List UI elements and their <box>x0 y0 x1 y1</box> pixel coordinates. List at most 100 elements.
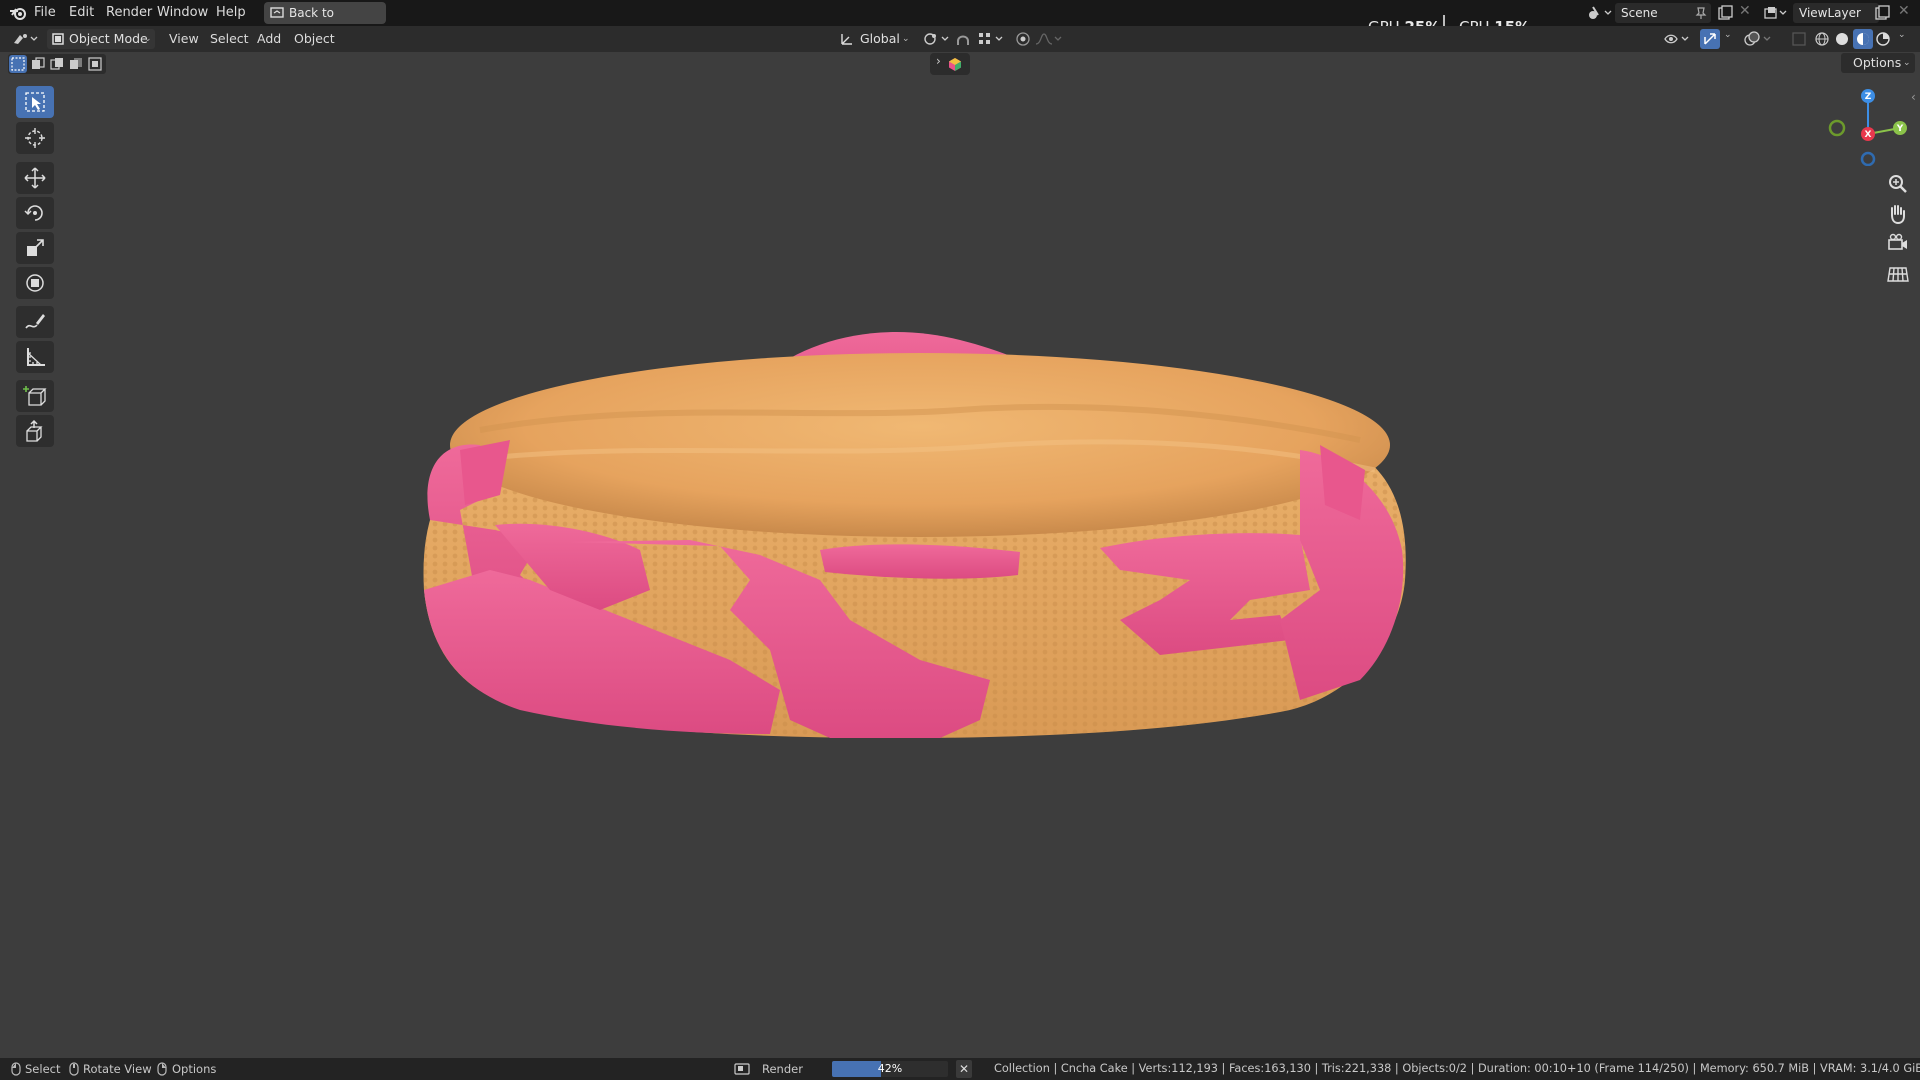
header-view-menu[interactable]: View <box>169 26 199 52</box>
select-box-tool[interactable] <box>16 86 54 118</box>
rotate-tool[interactable] <box>16 197 54 229</box>
material-shading-button[interactable] <box>1853 29 1873 49</box>
viewport-overlay-pill[interactable]: › <box>930 53 970 75</box>
menu-file[interactable]: File <box>34 0 56 26</box>
axis-neg-y-handle[interactable] <box>1828 119 1846 137</box>
grid-icon <box>1887 267 1909 282</box>
options-dropdown[interactable]: Options ⌄ <box>1841 53 1915 73</box>
render-icon <box>734 1063 750 1075</box>
menu-window[interactable]: Window <box>157 0 208 26</box>
extrude-tool[interactable] <box>16 415 54 447</box>
overlays-icon[interactable] <box>1744 31 1774 47</box>
mouse-left-icon <box>11 1062 21 1076</box>
header-add-menu[interactable]: Add <box>257 26 281 52</box>
pink-shell-center-strip <box>820 544 1020 579</box>
object-mode-dropdown[interactable]: Object Mode ⌄ <box>47 29 155 49</box>
solid-shading-icon[interactable] <box>1834 31 1850 47</box>
back-to-previous-button[interactable]: Back to Previous <box>264 2 386 42</box>
view-layer-selector[interactable]: ViewLayer <box>1793 3 1879 23</box>
navigation-gizmo[interactable]: Z Y X <box>1820 86 1910 166</box>
selection-mode-group <box>8 54 106 74</box>
cancel-render-button[interactable]: ✕ <box>956 1060 972 1078</box>
menu-render[interactable]: Render <box>106 0 152 26</box>
render-job-label: Render <box>762 1062 803 1076</box>
viewport-header: Object Mode ⌄ View Select Add Object Glo… <box>0 26 1920 52</box>
transform-orientation-dropdown[interactable]: Global ⌄ <box>838 29 912 49</box>
status-select-hint: Select <box>25 1062 61 1076</box>
select-new-button[interactable] <box>9 55 27 73</box>
select-intersect-icon[interactable] <box>86 55 104 73</box>
hand-icon <box>1891 205 1905 225</box>
header-select-menu[interactable]: Select <box>210 26 249 52</box>
delete-view-layer-icon[interactable]: ✕ <box>1898 3 1910 19</box>
axis-y-label: Y <box>1896 124 1904 134</box>
scene-icon[interactable] <box>1587 5 1613 21</box>
left-toolbar <box>7 86 54 448</box>
chevron-right-icon: › <box>936 54 941 68</box>
gizmo-toggle-button[interactable] <box>1700 29 1720 49</box>
snap-target-icon[interactable] <box>977 31 1007 47</box>
gizmo-icon <box>1704 33 1716 45</box>
proportional-editing-icon[interactable] <box>1015 31 1031 47</box>
screen-icon <box>270 7 284 18</box>
menu-edit[interactable]: Edit <box>69 0 94 26</box>
render-progress-bar: 42% <box>832 1061 948 1077</box>
perspective-toggle-button[interactable] <box>1884 260 1912 288</box>
scale-tool[interactable] <box>16 232 54 264</box>
rendered-shading-icon[interactable] <box>1875 31 1891 47</box>
scene-statistics: Collection | Cncha Cake | Verts:112,193 … <box>994 1062 1920 1075</box>
view-layer-icon[interactable] <box>1763 5 1789 21</box>
annotate-tool[interactable] <box>16 306 54 338</box>
editor-type-icon[interactable] <box>11 31 41 47</box>
xray-icon[interactable] <box>1791 31 1807 47</box>
header-object-menu[interactable]: Object <box>294 26 335 52</box>
select-extend-icon[interactable] <box>29 55 47 73</box>
visibility-icon[interactable] <box>1663 31 1693 47</box>
chevron-down-icon[interactable]: ⌄ <box>1898 30 1906 40</box>
chevron-down-icon: ⌄ <box>902 34 910 44</box>
new-view-layer-icon[interactable] <box>1874 5 1890 21</box>
chevron-down-icon[interactable]: ⌄ <box>1724 30 1732 40</box>
bread-top-surface <box>450 353 1390 537</box>
wireframe-shading-icon[interactable] <box>1814 31 1830 47</box>
move-tool[interactable] <box>16 162 54 194</box>
delete-scene-icon[interactable]: ✕ <box>1739 3 1751 19</box>
axis-neg-z-handle[interactable] <box>1860 151 1876 166</box>
transform-tool[interactable] <box>16 267 54 299</box>
camera-view-button[interactable] <box>1884 230 1912 258</box>
pan-button[interactable] <box>1884 200 1912 228</box>
orientation-icon <box>841 34 852 45</box>
extrude-icon <box>26 419 43 442</box>
select-difference-icon[interactable] <box>67 55 85 73</box>
scene-selector[interactable]: Scene <box>1615 3 1711 23</box>
blender-logo-icon[interactable] <box>9 5 27 21</box>
object-mode-label: Object Mode <box>69 31 148 46</box>
add-cube-tool[interactable] <box>16 380 54 412</box>
cursor-icon <box>25 128 45 148</box>
render-progress-label: 42% <box>877 1062 903 1075</box>
axis-x-label: X <box>1865 130 1872 140</box>
measure-icon <box>27 348 45 366</box>
axis-z-label: Z <box>1865 92 1872 102</box>
sidebar-toggle-icon[interactable]: ‹ <box>1911 90 1916 104</box>
cursor-tool[interactable] <box>16 122 54 154</box>
snap-toggle-icon[interactable] <box>955 31 971 47</box>
pin-icon[interactable] <box>1695 6 1707 20</box>
select-box-icon <box>25 92 45 112</box>
pivot-point-icon[interactable] <box>922 31 952 47</box>
scene-name: Scene <box>1621 6 1658 20</box>
menu-help[interactable]: Help <box>216 0 246 26</box>
mouse-middle-icon <box>69 1062 79 1076</box>
falloff-icon[interactable] <box>1034 31 1064 47</box>
concha-cake-model[interactable] <box>400 320 1430 740</box>
scale-icon <box>27 239 44 256</box>
new-scene-icon[interactable] <box>1717 5 1733 21</box>
select-subtract-icon[interactable] <box>48 55 66 73</box>
measure-tool[interactable] <box>16 341 54 373</box>
camera-icon <box>1888 233 1907 250</box>
select-new-icon <box>11 57 25 71</box>
view-layer-name: ViewLayer <box>1799 6 1861 20</box>
zoom-icon <box>1889 175 1907 193</box>
zoom-button[interactable] <box>1884 170 1912 198</box>
material-color-icon <box>949 58 961 71</box>
